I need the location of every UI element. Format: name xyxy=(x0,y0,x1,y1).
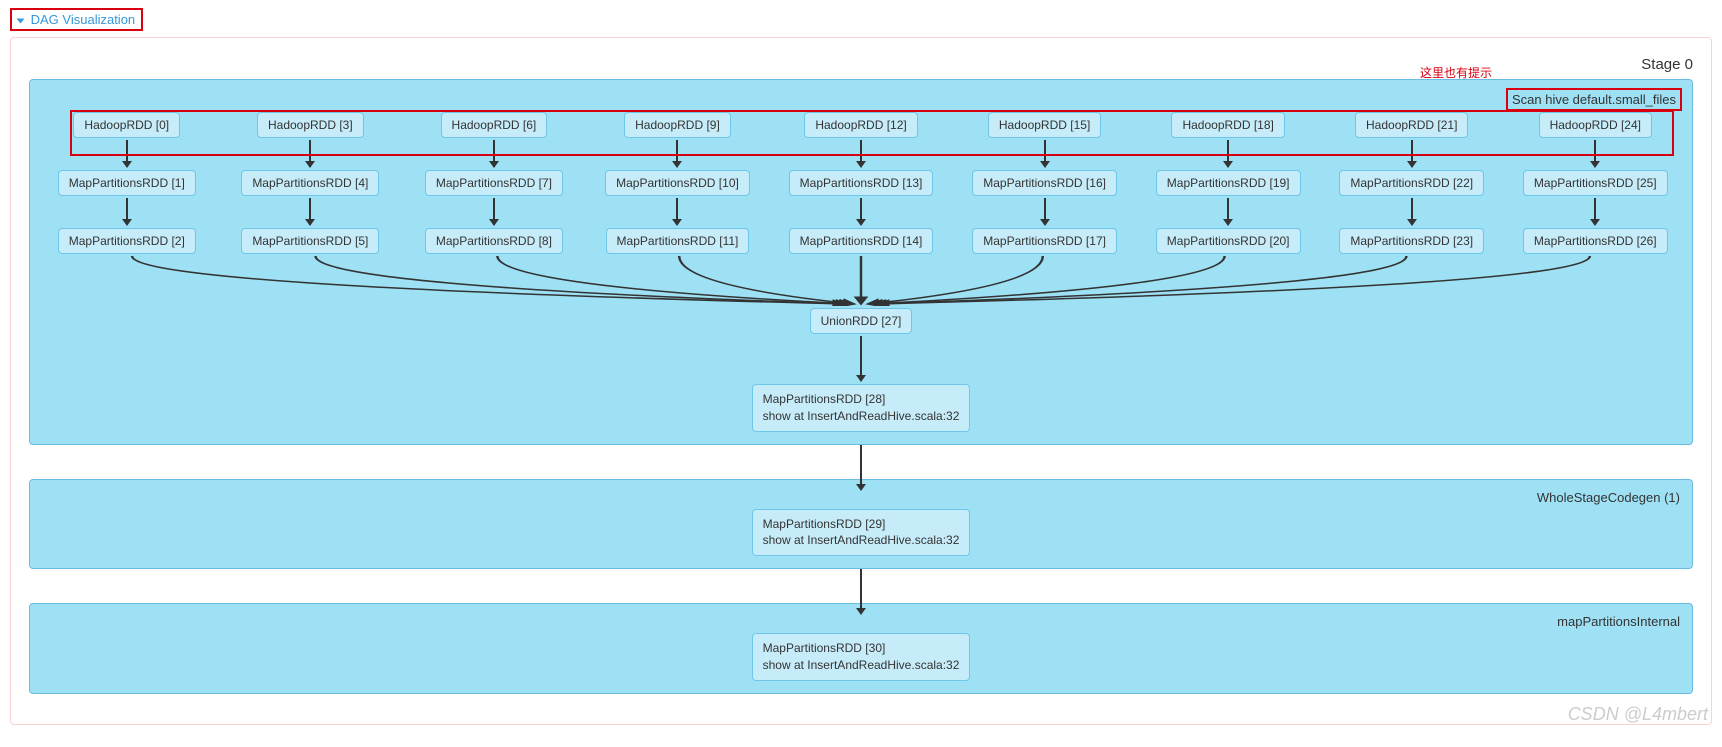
rdd-column: HadoopRDD [0] MapPartitionsRDD [1] MapPart… xyxy=(42,110,212,256)
dag-visualization-label: DAG Visualization xyxy=(31,12,136,27)
rdd-column: HadoopRDD [6] MapPartitionsRDD [7] MapPart… xyxy=(409,110,579,256)
annotation-hint: 这里也有提示 xyxy=(1420,64,1492,81)
rdd-column: HadoopRDD [3] MapPartitionsRDD [4] MapPart… xyxy=(226,110,396,256)
map-partitions-rdd-node[interactable]: MapPartitionsRDD [8] xyxy=(425,228,563,254)
fan-in-edges xyxy=(42,256,1680,306)
edge-arrow-icon xyxy=(671,140,683,168)
map-partitions-rdd-node[interactable]: MapPartitionsRDD [4] xyxy=(241,170,379,196)
scan-hive-cluster: 这里也有提示 Scan hive default.small_files Had… xyxy=(29,79,1693,445)
edge-arrow-icon xyxy=(121,198,133,226)
map-partitions-rdd-node[interactable]: MapPartitionsRDD [5] xyxy=(241,228,379,254)
mp30-line2: show at InsertAndReadHive.scala:32 xyxy=(763,657,960,674)
map-partitions-rdd-node[interactable]: MapPartitionsRDD [26] xyxy=(1523,228,1668,254)
map-partitions-rdd-node[interactable]: MapPartitionsRDD [19] xyxy=(1156,170,1301,196)
rdd-column: HadoopRDD [18] MapPartitionsRDD [19] MapPa… xyxy=(1143,110,1313,256)
map-partitions-rdd-node[interactable]: MapPartitionsRDD [11] xyxy=(606,228,750,254)
rdd-column: HadoopRDD [24] MapPartitionsRDD [25] MapPa… xyxy=(1511,110,1681,256)
dag-visualization-toggle[interactable]: DAG Visualization xyxy=(10,8,143,31)
map-partitions-rdd-node[interactable]: MapPartitionsRDD [10] xyxy=(605,170,750,196)
edge-arrow-icon xyxy=(1406,198,1418,226)
inter-cluster-edge-1 xyxy=(29,445,1693,491)
mappartitionsinternal-cluster: mapPartitionsInternal MapPartitionsRDD [… xyxy=(29,603,1693,694)
map-partitions-rdd-node[interactable]: MapPartitionsRDD [23] xyxy=(1339,228,1484,254)
hadoop-rdd-node[interactable]: HadoopRDD [15] xyxy=(988,112,1101,138)
inter-cluster-edge-2 xyxy=(29,569,1693,615)
rdd-column: HadoopRDD [15] MapPartitionsRDD [16] MapPa… xyxy=(960,110,1130,256)
hadoop-rdd-node[interactable]: HadoopRDD [6] xyxy=(441,112,548,138)
map-partitions-rdd-node[interactable]: MapPartitionsRDD [25] xyxy=(1523,170,1668,196)
mp30-line1: MapPartitionsRDD [30] xyxy=(763,640,960,657)
hadoop-rdd-node[interactable]: HadoopRDD [18] xyxy=(1171,112,1284,138)
edge-arrow-icon xyxy=(855,445,867,491)
map-partitions-rdd-node[interactable]: MapPartitionsRDD [20] xyxy=(1156,228,1301,254)
union-rdd-node[interactable]: UnionRDD [27] xyxy=(810,308,913,334)
hadoop-rdd-node[interactable]: HadoopRDD [24] xyxy=(1539,112,1652,138)
mp28-node[interactable]: MapPartitionsRDD [28] show at InsertAndR… xyxy=(752,384,971,432)
edge-arrow-icon xyxy=(1589,198,1601,226)
hadoop-rdd-node[interactable]: HadoopRDD [0] xyxy=(73,112,180,138)
mp30-node[interactable]: MapPartitionsRDD [30] show at InsertAndR… xyxy=(752,633,971,681)
map-partitions-rdd-node[interactable]: MapPartitionsRDD [14] xyxy=(789,228,934,254)
map-partitions-rdd-node[interactable]: MapPartitionsRDD [1] xyxy=(58,170,196,196)
edge-arrow-icon xyxy=(304,140,316,168)
map-partitions-rdd-node[interactable]: MapPartitionsRDD [2] xyxy=(58,228,196,254)
wholestagecodegen-cluster: WholeStageCodegen (1) MapPartitionsRDD [… xyxy=(29,479,1693,570)
mp28-line1: MapPartitionsRDD [28] xyxy=(763,391,960,408)
edge-arrow-icon xyxy=(855,198,867,226)
edge-arrow-icon xyxy=(1589,140,1601,168)
edge-arrow-icon xyxy=(1222,140,1234,168)
mappartitionsinternal-label: mapPartitionsInternal xyxy=(42,614,1680,629)
map-partitions-rdd-node[interactable]: MapPartitionsRDD [7] xyxy=(425,170,563,196)
map-partitions-rdd-node[interactable]: MapPartitionsRDD [13] xyxy=(789,170,934,196)
mp29-node[interactable]: MapPartitionsRDD [29] show at InsertAndR… xyxy=(752,509,971,557)
union-stack: UnionRDD [27] MapPartitionsRDD [28] show… xyxy=(42,306,1680,434)
edge-arrow-icon xyxy=(1039,198,1051,226)
map-partitions-rdd-node[interactable]: MapPartitionsRDD [17] xyxy=(972,228,1117,254)
wholestagecodegen-label: WholeStageCodegen (1) xyxy=(42,490,1680,505)
edge-arrow-icon xyxy=(304,198,316,226)
edge-arrow-icon xyxy=(488,140,500,168)
rdd-column: HadoopRDD [12] MapPartitionsRDD [13] MapPa… xyxy=(776,110,946,256)
rdd-columns: HadoopRDD [0] MapPartitionsRDD [1] MapPart… xyxy=(42,110,1680,256)
edge-arrow-icon xyxy=(1222,198,1234,226)
stage-container: Stage 0 这里也有提示 Scan hive default.small_f… xyxy=(10,37,1712,725)
hadoop-rdd-node[interactable]: HadoopRDD [21] xyxy=(1355,112,1468,138)
map-partitions-rdd-node[interactable]: MapPartitionsRDD [22] xyxy=(1339,170,1484,196)
edge-arrow-icon xyxy=(121,140,133,168)
hadoop-rdd-node[interactable]: HadoopRDD [3] xyxy=(257,112,364,138)
mp28-line2: show at InsertAndReadHive.scala:32 xyxy=(763,408,960,425)
edge-arrow-icon xyxy=(855,140,867,168)
rdd-column: HadoopRDD [9] MapPartitionsRDD [10] MapPar… xyxy=(593,110,763,256)
rdd-column: HadoopRDD [21] MapPartitionsRDD [22] MapPa… xyxy=(1327,110,1497,256)
edge-arrow-icon xyxy=(1039,140,1051,168)
scan-hive-label: Scan hive default.small_files xyxy=(1506,88,1682,111)
edge-arrow-icon xyxy=(488,198,500,226)
mp29-line2: show at InsertAndReadHive.scala:32 xyxy=(763,532,960,549)
edge-arrow-icon xyxy=(671,198,683,226)
edge-arrow-icon xyxy=(1406,140,1418,168)
caret-down-icon xyxy=(17,18,25,23)
hadoop-rdd-node[interactable]: HadoopRDD [12] xyxy=(804,112,917,138)
edge-arrow-icon xyxy=(855,569,867,615)
mp29-line1: MapPartitionsRDD [29] xyxy=(763,516,960,533)
hadoop-rdd-node[interactable]: HadoopRDD [9] xyxy=(624,112,731,138)
edge-arrow-icon xyxy=(855,336,867,382)
map-partitions-rdd-node[interactable]: MapPartitionsRDD [16] xyxy=(972,170,1117,196)
